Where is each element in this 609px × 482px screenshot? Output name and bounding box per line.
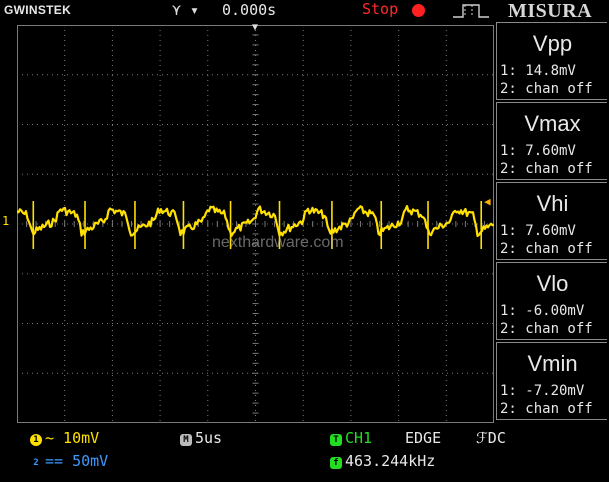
measure-name: Vpp (532, 31, 573, 56)
measure-ch2-value: 2: chan off (500, 241, 593, 257)
trigger-level-icon[interactable]: ◀ (484, 195, 491, 208)
measurement-panel: Vpp 1: 14.8mV 2: chan off Vmax 1: 7.60mV… (494, 22, 609, 425)
frequency-readout: f 463.244kHz (330, 452, 435, 470)
measure-slot-vpp[interactable]: Vpp 1: 14.8mV 2: chan off (496, 22, 607, 100)
measure-ch2-value: 2: chan off (500, 321, 593, 337)
measure-ch1-value: 1: -6.00mV (500, 303, 585, 319)
ch2-scale-readout[interactable]: 2 == 50mV (30, 452, 108, 470)
measure-ch1-value: 1: -7.20mV (500, 383, 585, 399)
rising-edge-icon (453, 4, 489, 18)
trigger-badge-icon: T (330, 434, 342, 446)
timebase-badge-icon: M (180, 434, 192, 446)
frequency-value: 463.244kHz (345, 452, 436, 470)
trigger-position-icon[interactable]: ▼ (252, 22, 258, 33)
measure-slot-vhi[interactable]: Vhi 1: 7.60mV 2: chan off (496, 182, 607, 260)
measure-ch2-value: 2: chan off (500, 401, 593, 417)
channel-1-marker[interactable]: 1 (2, 214, 9, 228)
ch1-scale-value: ~ 10mV (45, 429, 100, 447)
measure-ch2-value: 2: chan off (500, 161, 593, 177)
measure-slot-vmin[interactable]: Vmin 1: -7.20mV 2: chan off (496, 342, 607, 420)
measure-ch1-value: 1: 7.60mV (500, 143, 576, 159)
trigger-source-readout[interactable]: T CH1 (330, 429, 372, 447)
overlay-title: MISURA (508, 0, 593, 22)
ch1-scale-readout[interactable]: 1 ~ 10mV (30, 429, 99, 447)
measure-name: Vlo (536, 271, 569, 296)
ch1-badge-icon: 1 (30, 434, 42, 446)
measure-name: Vmax (524, 111, 581, 136)
trigger-type[interactable]: EDGE (405, 429, 441, 447)
grid-lines (17, 25, 494, 423)
waveform-grid: nexthardware.com (17, 25, 494, 423)
measure-ch1-value: 1: 14.8mV (500, 63, 576, 79)
time-offset: 0.000s (222, 1, 277, 19)
measure-slot-vmax[interactable]: Vmax 1: 7.60mV 2: chan off (496, 102, 607, 180)
run-state-label: Stop (362, 0, 399, 18)
ch2-scale-value: == 50mV (45, 452, 109, 470)
measure-ch2-value: 2: chan off (500, 81, 593, 97)
stop-indicator-icon (412, 4, 425, 17)
timebase-readout[interactable]: M 5us (180, 429, 222, 447)
frequency-badge-icon: f (330, 457, 342, 469)
timebase-value: 5us (195, 429, 223, 447)
watermark-text: nexthardware.com (212, 234, 344, 251)
measure-ch1-value: 1: 7.60mV (500, 223, 576, 239)
top-status-bar: GWINSTEK ⋎ ▾ 0.000s Stop MISURA (0, 0, 609, 22)
measure-name: Vhi (536, 191, 569, 216)
trigger-arrows-icon: ⋎ ▾ (172, 1, 200, 19)
measure-name: Vmin (527, 351, 578, 376)
measure-slot-vlo[interactable]: Vlo 1: -6.00mV 2: chan off (496, 262, 607, 340)
trigger-source: CH1 (345, 429, 373, 447)
trigger-coupling[interactable]: ℱDC (476, 429, 506, 447)
bottom-status-bar: 1 ~ 10mV 2 == 50mV M 5us T CH1 EDGE ℱDC f 463… (0, 425, 609, 482)
ch2-badge-icon: 2 (33, 458, 39, 468)
brand-logo: GWINSTEK (4, 3, 72, 17)
